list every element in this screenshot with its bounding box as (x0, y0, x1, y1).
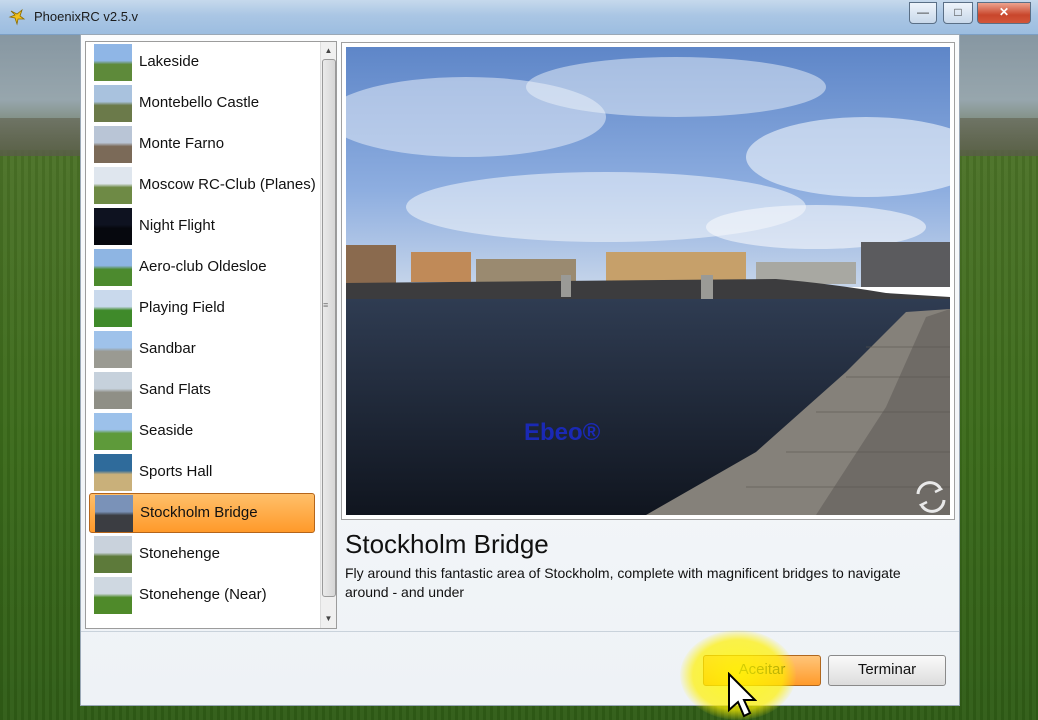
scene-thumbnail (94, 249, 132, 286)
scene-list-item[interactable]: Stockholm Bridge (89, 493, 315, 533)
scene-list-item-label: Sand Flats (139, 381, 211, 398)
footer-divider (81, 631, 959, 632)
scene-list-item[interactable]: Seaside (89, 411, 310, 451)
selected-scene-title: Stockholm Bridge (345, 529, 549, 559)
scene-list-item[interactable]: Sand Flats (89, 370, 310, 410)
scene-list-item[interactable]: Stonehenge (Near) (89, 575, 310, 615)
scene-list-item[interactable]: Moscow RC-Club (Planes) (89, 165, 316, 205)
scene-thumbnail (94, 126, 132, 163)
mouse-cursor-icon (728, 672, 757, 718)
scene-list-item-label: Moscow RC-Club (Planes) (139, 176, 316, 193)
scene-list[interactable]: Lakeside Montebello Castle Monte Farno Mosc… (85, 41, 337, 629)
scene-list-item-label: Monte Farno (139, 135, 225, 152)
scene-list-item[interactable]: Night Flight (89, 206, 310, 246)
scene-list-item-label: Night Flight (139, 217, 215, 234)
scene-thumbnail (94, 208, 132, 245)
scene-list-item-label: Sports Hall (139, 463, 213, 480)
scene-list-item[interactable]: Sandbar (89, 329, 310, 369)
scene-list-item[interactable]: Montebello Castle (89, 83, 310, 123)
scene-list-item[interactable]: Lakeside (89, 42, 310, 82)
window-titlebar[interactable]: PhoenixRC v2.5.v — □ ✕ (0, 0, 1038, 35)
maximize-button[interactable]: □ (943, 2, 973, 24)
watermark-text: Ebeo® (524, 419, 601, 446)
scene-thumbnail (94, 577, 132, 614)
scene-list-item-label: Montebello Castle (139, 94, 260, 111)
minimize-button[interactable]: — (909, 2, 937, 24)
scene-selection-dialog: Lakeside Montebello Castle Monte Farno Mosc… (80, 34, 960, 706)
selected-scene-description: Fly around this fantastic area of Stockh… (345, 565, 901, 600)
finish-button[interactable]: Terminar (828, 655, 946, 686)
scene-thumbnail (94, 454, 132, 491)
scroll-down-arrow-icon[interactable]: ▼ (321, 611, 336, 626)
scene-thumbnail (94, 85, 132, 122)
close-button[interactable]: ✕ (977, 2, 1031, 24)
scene-thumbnail (94, 331, 132, 368)
scene-thumbnail (94, 372, 132, 409)
scene-list-item-label: Playing Field (139, 299, 225, 316)
scene-thumbnail (94, 44, 132, 81)
scene-list-item-label: Stonehenge (139, 545, 220, 562)
scene-list-item[interactable]: Monte Farno (89, 124, 310, 164)
scene-list-item-label: Aero-club Oldesloe (139, 258, 267, 275)
scene-list-item[interactable]: Sports Hall (89, 452, 310, 492)
scroll-up-arrow-icon[interactable]: ▲ (321, 43, 336, 58)
scene-list-item[interactable]: Aero-club Oldesloe (89, 247, 310, 287)
phoenix-app-icon (8, 8, 26, 26)
scene-preview-frame: Ebeo® (341, 42, 955, 520)
scene-list-item[interactable]: Stonehenge (89, 534, 310, 574)
scene-preview-image: Ebeo® (346, 47, 950, 515)
scene-thumbnail (94, 167, 132, 204)
scene-list-item[interactable]: Playing Field (89, 288, 310, 328)
scene-list-scrollbar[interactable]: ▲ ≡ ▼ (320, 42, 336, 628)
scene-list-item-label: Stonehenge (Near) (139, 586, 267, 603)
scene-list-item-label: Stockholm Bridge (140, 504, 258, 521)
scene-thumbnail (95, 495, 133, 532)
scene-thumbnail (94, 413, 132, 450)
window-title: PhoenixRC v2.5.v (34, 9, 139, 24)
scene-list-item-label: Lakeside (139, 53, 200, 70)
scrollbar-grip-icon: ≡ (323, 300, 329, 310)
scene-thumbnail (94, 536, 132, 573)
scene-thumbnail (94, 290, 132, 327)
scrollbar-thumb[interactable] (322, 59, 336, 597)
scene-list-item-label: Sandbar (139, 340, 196, 357)
scene-list-item-label: Seaside (139, 422, 194, 439)
